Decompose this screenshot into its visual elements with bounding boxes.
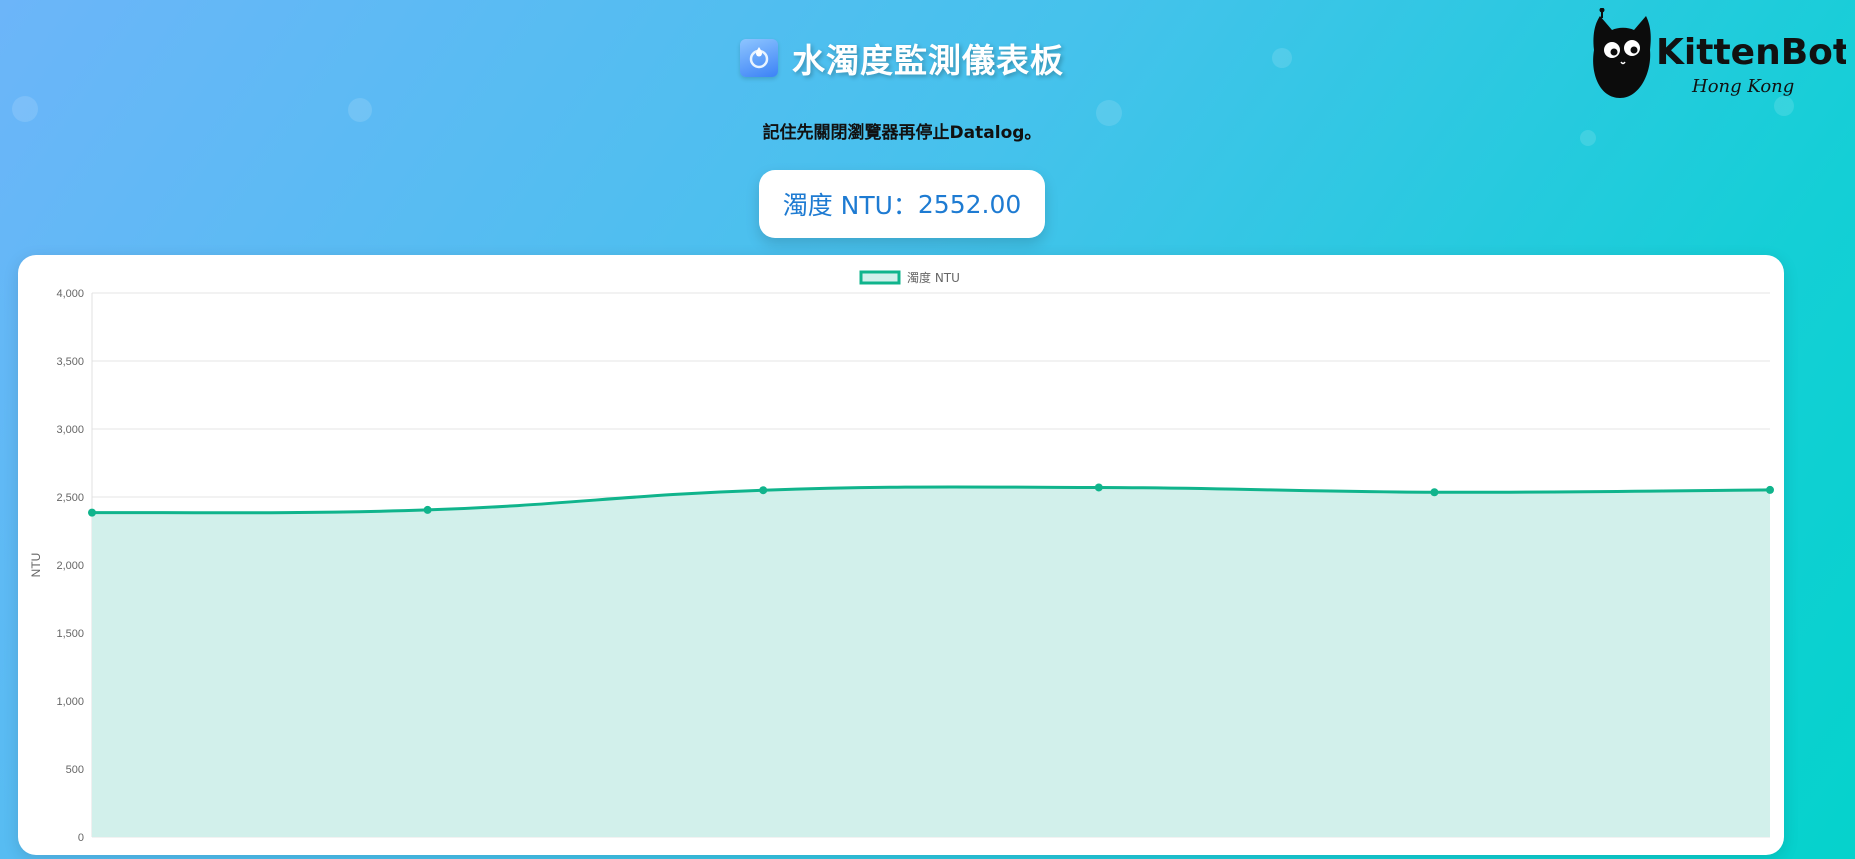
reading-label: 濁度 NTU： [782,191,918,220]
data-point [1766,485,1774,494]
datalog-notice: 記住先關閉瀏覽器再停止Datalog。 [762,123,1042,143]
legend-swatch [859,270,901,285]
y-tick-label: 3,500 [56,356,84,368]
page-title: 水濁度監測儀表板 [792,41,1064,80]
page-header: 水濁度監測儀表板 [0,34,1804,82]
data-point [759,486,768,495]
data-point [423,505,432,514]
y-tick-label: 1,500 [56,628,84,640]
y-tick-label: 4,000 [56,288,84,300]
water-sensor-icon [740,39,778,77]
y-axis-title: NTU [29,553,43,578]
turbidity-chart-card: 0 500 1,000 1,500 2,000 2,500 3,000 3,500 4,000 N… [18,255,1784,855]
data-point [1430,488,1439,497]
logo-region-text: Hong Kong [1691,76,1794,97]
reading-value: 2552.00 [917,189,1022,219]
y-tick-label: 1,000 [56,696,84,708]
series-area [92,486,1770,837]
data-point [1094,483,1103,492]
logo-brand-text: KittenBot [1656,32,1846,73]
legend-label: 濁度 NTU [907,270,960,285]
data-point [88,508,96,517]
cat-mascot-icon [1593,7,1651,98]
turbidity-line-chart: 0 500 1,000 1,500 2,000 2,500 3,000 3,500 4,000 N… [29,270,1774,844]
kittenbot-logo: KittenBot Hong Kong [1588,7,1850,104]
y-tick-label: 3,000 [56,424,84,436]
y-tick-label: 0 [78,832,84,844]
y-tick-label: 2,500 [56,492,84,504]
y-tick-label: 500 [66,764,84,776]
turbidity-reading-card: 濁度 NTU： 2552.00 [759,170,1045,238]
y-tick-label: 2,000 [56,560,84,572]
